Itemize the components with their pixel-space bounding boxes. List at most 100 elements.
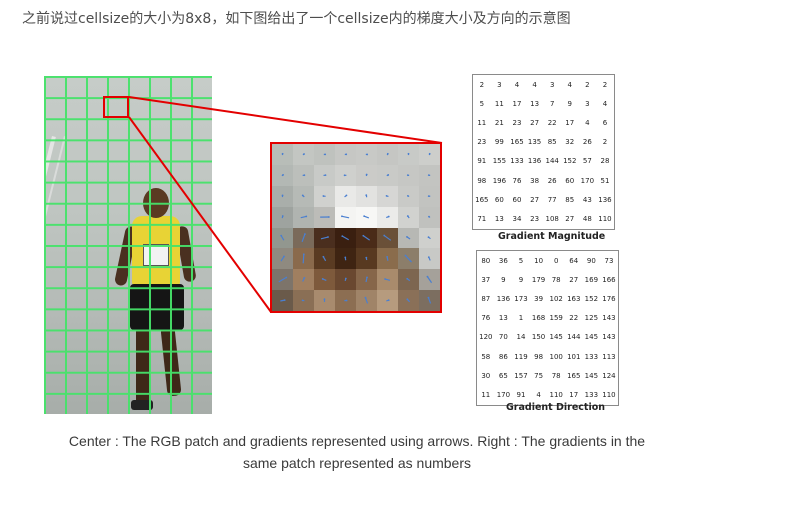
gradient-arrow-head <box>321 278 324 280</box>
table-cell: 27 <box>530 195 540 204</box>
table-cell: 99 <box>494 138 504 147</box>
table-cell: 7 <box>549 99 555 108</box>
gradient-arrow-head <box>323 298 326 301</box>
table-cell: 76 <box>481 314 491 323</box>
table-cell: 38 <box>530 176 540 185</box>
gradient-arrow-head <box>365 194 368 197</box>
gradient-arrow-head <box>427 236 430 239</box>
table-cell: 71 <box>477 214 487 223</box>
gradient-direction-title: Gradient Direction <box>506 402 605 413</box>
gradient-arrow-head <box>426 275 429 278</box>
table-cell: 136 <box>598 195 612 204</box>
table-cell: 108 <box>545 214 559 223</box>
table-cell: 102 <box>549 294 563 303</box>
gradient-arrow-head <box>365 256 368 259</box>
gradient-arrow <box>362 235 371 241</box>
table-cell: 90 <box>586 256 596 265</box>
gradient-arrow-head <box>366 153 369 156</box>
zoom-line-bottom <box>128 116 272 313</box>
table-cell: 152 <box>584 294 599 303</box>
table-row: 58 86 119 98 100 101 133 113 <box>477 347 618 366</box>
table-cell: 2 <box>602 80 608 89</box>
table-cell: 136 <box>496 294 511 303</box>
table-row: 87 136 173 39 102 163 152 176 <box>477 289 618 308</box>
gradient-arrow-head <box>343 174 346 177</box>
gradient-arrow-head <box>427 195 430 198</box>
table-cell: 91 <box>477 157 487 166</box>
table-cell: 34 <box>512 214 522 223</box>
table-cell: 155 <box>492 157 507 166</box>
gradient-arrow <box>364 297 369 304</box>
table-cell: 10 <box>534 256 544 265</box>
gradient-arrow-head <box>341 215 343 218</box>
table-cell: 169 <box>584 275 599 284</box>
gradient-arrow-head <box>362 234 365 237</box>
table-cell: 5 <box>518 256 524 265</box>
table-cell: 39 <box>534 294 544 303</box>
table-cell: 65 <box>498 371 508 380</box>
gradient-direction-table: 80 36 5 10 0 64 90 73 37 9 9 179 78 27 169 166 87 136 173 3… <box>476 250 619 406</box>
gradient-arrow-head <box>281 215 284 217</box>
gradient-arrow <box>320 236 329 240</box>
table-cell: 3 <box>549 80 555 89</box>
table-cell: 125 <box>584 314 599 323</box>
table-cell: 2 <box>585 80 590 89</box>
table-row: 120 70 14 150 145 144 145 143 <box>477 328 618 347</box>
table-cell: 4 <box>514 80 520 89</box>
table-cell: 75 <box>534 371 544 380</box>
table-cell: 3 <box>497 80 502 89</box>
gradient-arrow <box>341 215 350 219</box>
gradient-arrow-head <box>345 194 348 197</box>
table-row: 76 13 1 168 159 22 125 143 <box>477 309 618 328</box>
zoom-line-top <box>128 96 443 144</box>
gradient-arrow-head <box>387 215 390 218</box>
table-cell: 157 <box>514 371 528 380</box>
gradient-arrow-head <box>427 296 430 299</box>
table-cell: 196 <box>492 176 507 185</box>
table-cell: 26 <box>582 138 592 147</box>
gradient-arrow-head <box>387 174 390 176</box>
gradient-arrow-head <box>327 216 330 218</box>
zoomed-patch <box>270 142 442 313</box>
table-cell: 14 <box>516 333 526 342</box>
table-cell: 179 <box>531 275 546 284</box>
table-cell: 5 <box>479 99 485 108</box>
table-row: 5 11 17 13 7 9 3 4 <box>473 94 614 113</box>
gradient-arrow <box>301 233 306 243</box>
gradient-arrow-head <box>345 299 348 302</box>
table-cell: 170 <box>580 176 595 185</box>
table-cell: 4 <box>602 99 608 108</box>
gradient-arrow-head <box>387 299 390 302</box>
gradient-arrow-head <box>428 152 431 155</box>
table-cell: 2 <box>602 138 608 147</box>
gradient-arrow-head <box>407 152 410 155</box>
table-cell: 110 <box>598 214 612 223</box>
gradient-arrow-head <box>427 256 430 259</box>
table-cell: 58 <box>481 352 491 361</box>
table-cell: 64 <box>569 256 579 265</box>
table-cell: 76 <box>512 176 522 185</box>
gradient-arrow-head <box>366 276 368 279</box>
table-cell: 48 <box>582 214 592 223</box>
gradient-arrow-head <box>283 255 285 258</box>
table-cell: 2 <box>479 80 485 89</box>
gradient-arrow-head <box>383 234 386 237</box>
gradient-arrow-head <box>303 277 306 279</box>
table-cell: 4 <box>567 80 572 89</box>
table-row: 23 99 165 135 85 32 26 2 <box>473 133 614 152</box>
table-cell: 13 <box>494 214 504 223</box>
gradient-arrow-head <box>406 277 409 280</box>
table-row: 165 60 60 27 77 85 43 136 <box>473 190 614 209</box>
gradient-arrow-head <box>385 194 388 197</box>
gradient-arrow-head <box>301 194 304 197</box>
table-cell: 159 <box>549 314 563 323</box>
table-cell: 13 <box>498 314 508 323</box>
table-row: 2 3 4 4 3 4 2 2 <box>473 75 614 94</box>
table-cell: 143 <box>602 314 616 323</box>
figure-caption-line-1: Center : The RGB patch and gradients rep… <box>68 433 646 449</box>
table-cell: 86 <box>498 352 508 361</box>
gradient-arrow-head <box>281 152 284 155</box>
table-cell: 60 <box>512 195 522 204</box>
table-cell: 60 <box>565 176 575 185</box>
table-cell: 22 <box>547 118 557 127</box>
